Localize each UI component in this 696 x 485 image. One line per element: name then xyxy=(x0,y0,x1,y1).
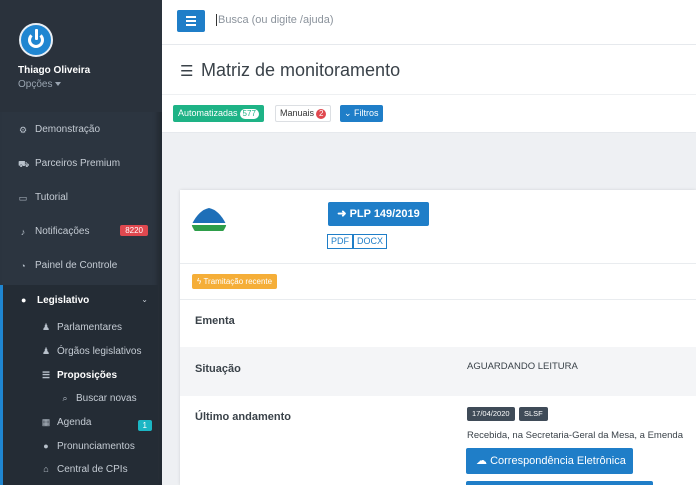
ementa-label: Ementa xyxy=(195,315,235,327)
sidebar-item-legislativo[interactable]: ● Legislativo xyxy=(21,295,89,306)
sidebar-subitem-pronunciamentos[interactable]: ● Pronunciamentos xyxy=(40,441,135,452)
manual-count-badge: 2 xyxy=(316,109,327,119)
cloud-upload-icon: ☁ xyxy=(476,455,491,467)
user-panel: Thiago Oliveira Opções xyxy=(0,0,162,112)
caret-down-icon xyxy=(55,82,62,87)
dashboard-icon: ◔ xyxy=(20,261,26,271)
search-icon: ⌕ xyxy=(62,393,68,403)
manuais-button[interactable]: Manuais 2 xyxy=(275,105,332,122)
bell-icon: ♪ xyxy=(20,227,26,237)
ultimo-andamento-label: Último andamento xyxy=(195,411,291,423)
filter-bar: Automatizadas 577 Manuais 2 ⌄ Filtros xyxy=(162,95,696,133)
proposicao-card: ➜ PLP 149/2019 PDF DOCX ϟ Tramitação rec… xyxy=(180,190,696,485)
situacao-label: Situação xyxy=(195,363,241,375)
auto-count-badge: 577 xyxy=(239,109,259,119)
list-icon: ☰ xyxy=(41,370,51,380)
divider xyxy=(180,299,696,300)
situacao-value: AGUARDANDO LEITURA xyxy=(467,361,578,372)
tramitacao-recente-badge: ϟ Tramitação recente xyxy=(192,274,278,289)
menu-toggle-button[interactable] xyxy=(177,10,205,32)
chamber-logo xyxy=(191,202,227,238)
hamburger-icon-line xyxy=(186,20,196,22)
situacao-row xyxy=(180,347,696,396)
sidebar-item-notificacoes[interactable]: ♪ Notificações 8220 xyxy=(0,218,158,248)
building-icon: ⌂ xyxy=(43,464,49,474)
automatizadas-button[interactable]: Automatizadas 577 xyxy=(173,105,264,122)
agenda-count-badge: 1 xyxy=(137,420,152,431)
calendar-icon: ▦ xyxy=(41,417,51,427)
topbar: Busca (ou digite /ajuda) xyxy=(162,0,696,45)
sidebar-group-legislativo: ● Legislativo ⌄ ♟ Parlamentares ♟ Órgãos le… xyxy=(0,285,158,485)
sidebar-subitem-cpis[interactable]: ⌂ Central de CPIs xyxy=(40,464,127,475)
avatar[interactable] xyxy=(19,23,53,57)
page-header: ☰ Matriz de monitoramento xyxy=(162,45,696,95)
monitor-icon: ▭ xyxy=(18,193,28,203)
sidebar-item-tutorial[interactable]: ▭ Tutorial xyxy=(0,184,158,214)
users-icon: ♟ xyxy=(41,346,51,356)
cart-icon: ⛟ xyxy=(18,159,30,169)
filters-button[interactable]: ⌄ Filtros xyxy=(340,105,383,122)
user-icon: ♟ xyxy=(41,322,51,332)
hamburger-icon xyxy=(186,16,196,18)
andamento-text: Recebida, na Secretaria-Geral da Mesa, a… xyxy=(467,430,683,441)
page-title: ☰ Matriz de monitoramento xyxy=(180,60,401,80)
search-input[interactable]: Busca (ou digite /ajuda) xyxy=(216,14,334,27)
list-icon: ☰ xyxy=(180,63,194,80)
hamburger-icon-line xyxy=(186,24,196,26)
sidebar-item-painel[interactable]: ◔ Painel de Controle xyxy=(0,252,158,282)
pdf-button[interactable]: PDF xyxy=(327,234,353,249)
chevron-down-icon[interactable]: ⌄ xyxy=(141,295,148,304)
chevron-down-icon: ⌄ xyxy=(344,108,355,118)
sidebar: Thiago Oliveira Opções ⚙ Demonstração ⛟ … xyxy=(0,0,162,485)
text-cursor xyxy=(216,14,217,27)
comment-icon: ● xyxy=(43,441,49,451)
sidebar-subitem-proposicoes[interactable]: ☰ Proposições xyxy=(40,370,117,381)
sidebar-item-demonstracao[interactable]: ⚙ Demonstração xyxy=(0,116,158,146)
gear-icon: ⚙ xyxy=(18,125,28,135)
user-name: Thiago Oliveira xyxy=(18,65,91,76)
andamento-date-chip: 17/04/2020 xyxy=(467,407,515,421)
user-options-dropdown[interactable]: Opções xyxy=(18,79,62,90)
andamento-org-chip: SLSF xyxy=(519,407,548,421)
sidebar-item-parceiros[interactable]: ⛟ Parceiros Premium xyxy=(0,150,158,180)
docx-button[interactable]: DOCX xyxy=(353,234,388,249)
sidebar-subitem-agenda[interactable]: ▦ Agenda 1 xyxy=(40,417,158,431)
sidebar-subitem-parlamentares[interactable]: ♟ Parlamentares xyxy=(40,322,122,333)
sidebar-subitem-buscar-novas[interactable]: ⌕ Buscar novas xyxy=(59,393,136,404)
plp-button[interactable]: ➜ PLP 149/2019 xyxy=(328,202,429,226)
sign-in-icon: ➜ xyxy=(337,208,350,220)
sidebar-subitem-orgaos[interactable]: ♟ Órgãos legislativos xyxy=(40,346,142,357)
secondary-action-button[interactable] xyxy=(466,481,653,485)
comments-icon: ● xyxy=(21,295,27,305)
divider xyxy=(180,263,696,264)
correspondencia-button[interactable]: ☁ Correspondência Eletrônica xyxy=(466,448,633,474)
notification-count-badge: 8220 xyxy=(120,225,148,236)
